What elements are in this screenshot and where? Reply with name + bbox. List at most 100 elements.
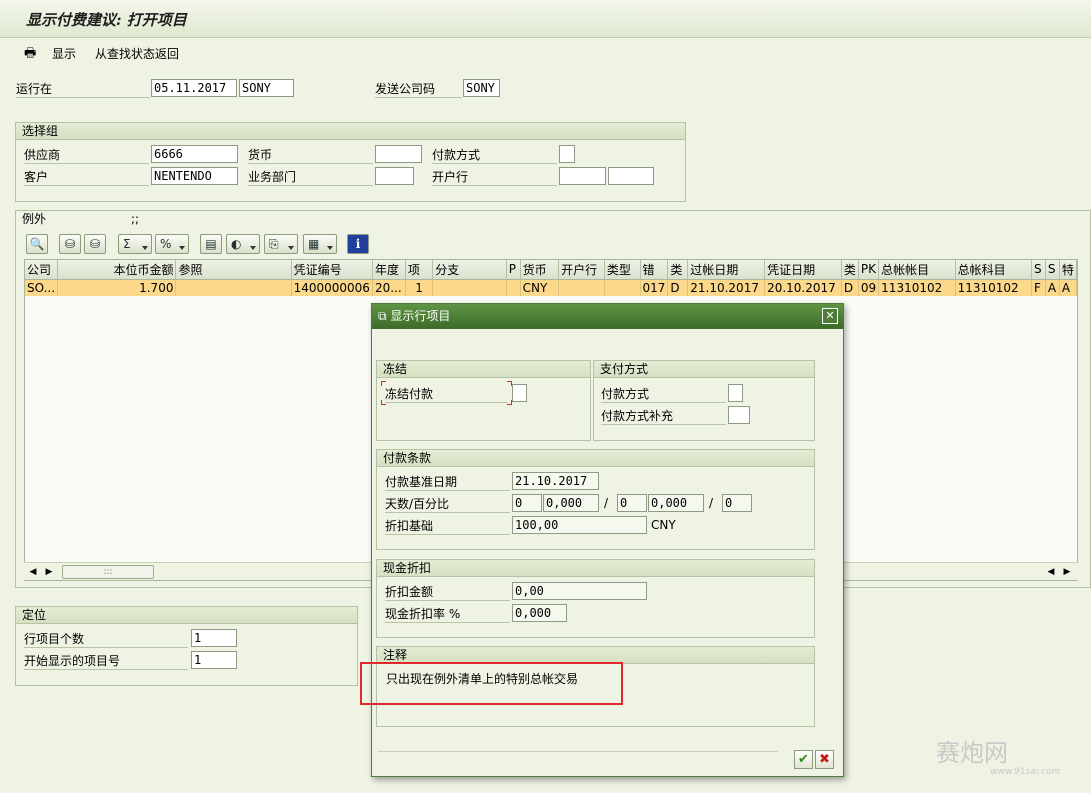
- display-button[interactable]: 显示: [52, 45, 76, 63]
- column-header[interactable]: 凭证日期: [764, 260, 842, 280]
- scroll-left-end-icon[interactable]: ◀: [1044, 565, 1058, 579]
- details-icon[interactable]: 🔍: [26, 234, 48, 254]
- dialog-title: 显示行项目: [390, 309, 451, 323]
- dialog-payment-method-field[interactable]: [728, 384, 743, 402]
- table-cell[interactable]: D: [667, 279, 689, 296]
- percent2-field[interactable]: 0,000: [648, 494, 704, 512]
- layout-icon[interactable]: ▦: [303, 234, 337, 254]
- export-icon[interactable]: ⎘: [264, 234, 298, 254]
- sum-icon[interactable]: Σ: [118, 234, 152, 254]
- customer-field[interactable]: NENTENDO: [151, 167, 238, 185]
- percent1-field[interactable]: 0,000: [543, 494, 599, 512]
- scroll-right-end-icon[interactable]: ▶: [1060, 565, 1074, 579]
- column-header[interactable]: 错: [640, 260, 669, 280]
- column-header[interactable]: 类: [841, 260, 859, 280]
- table-cell[interactable]: D: [841, 279, 859, 296]
- scroll-right-icon[interactable]: ▶: [42, 565, 56, 579]
- table-cell[interactable]: 09: [858, 279, 880, 296]
- business-area-field[interactable]: [375, 167, 414, 185]
- table-cell[interactable]: 11310102: [955, 279, 1032, 296]
- column-header[interactable]: S: [1045, 260, 1060, 280]
- printer-icon[interactable]: 🖶: [24, 45, 36, 63]
- sending-company-code-label: 发送公司码: [375, 80, 462, 98]
- column-header[interactable]: 类: [667, 260, 689, 280]
- scroll-thumb[interactable]: :::: [62, 565, 154, 579]
- vendor-label: 供应商: [24, 146, 149, 164]
- payment-method-field[interactable]: [559, 145, 575, 163]
- table-cell[interactable]: 1: [405, 279, 434, 296]
- table-cell[interactable]: 20.10.2017: [764, 279, 842, 296]
- discount-rate-field[interactable]: 0,000: [512, 604, 567, 622]
- column-header[interactable]: 货币: [520, 260, 560, 280]
- position-group-title: 定位: [16, 607, 357, 624]
- table-cell[interactable]: 21.10.2017: [687, 279, 766, 296]
- table-cell[interactable]: 20...: [372, 279, 406, 296]
- dialog-title-bar[interactable]: ⧉ 显示行项目 ✕: [372, 304, 843, 329]
- run-on-date-field[interactable]: 05.11.2017: [151, 79, 237, 97]
- house-bank-account-field[interactable]: [608, 167, 654, 185]
- column-header[interactable]: 参照: [175, 260, 292, 280]
- back-from-search-button[interactable]: 从查找状态返回: [95, 45, 179, 63]
- column-header[interactable]: 开户行: [558, 260, 605, 280]
- exceptions-table: 公司 本位币金额 参照 凭证编号 年度项分支 P 货币 开户行 类型错类过帐日期 凭证日期类 PK 总…: [25, 260, 1077, 296]
- column-header[interactable]: 年度: [372, 260, 406, 280]
- discount-base-field[interactable]: 100,00: [512, 516, 647, 534]
- confirm-checkmark-icon[interactable]: ✔: [794, 750, 813, 769]
- table-cell[interactable]: [432, 279, 507, 296]
- column-header[interactable]: 过帐日期: [687, 260, 766, 280]
- table-cell[interactable]: 1400000006: [291, 279, 373, 296]
- subtotal-icon[interactable]: %: [155, 234, 189, 254]
- views-icon[interactable]: ◐: [226, 234, 260, 254]
- column-header[interactable]: 特: [1059, 260, 1077, 280]
- table-cell[interactable]: A: [1059, 279, 1077, 296]
- line-items-field[interactable]: 1: [191, 629, 237, 647]
- table-cell[interactable]: 1.700: [57, 279, 177, 296]
- run-on-id-field[interactable]: SONY: [239, 79, 294, 97]
- first-item-field[interactable]: 1: [191, 651, 237, 669]
- sending-company-code-field[interactable]: SONY: [463, 79, 500, 97]
- payment-method-supplement-field[interactable]: [728, 406, 750, 424]
- column-header[interactable]: 类型: [604, 260, 641, 280]
- business-area-label: 业务部门: [248, 168, 373, 186]
- column-header[interactable]: PK: [858, 260, 880, 280]
- baseline-date-field[interactable]: 21.10.2017: [512, 472, 599, 490]
- column-header[interactable]: 总帐科目: [955, 260, 1032, 280]
- find-icon[interactable]: ⛁: [59, 234, 81, 254]
- table-cell[interactable]: [175, 279, 292, 296]
- currency-field[interactable]: [375, 145, 422, 163]
- table-cell[interactable]: CNY: [520, 279, 560, 296]
- discount-amount-field[interactable]: 0,00: [512, 582, 647, 600]
- table-cell[interactable]: 11310102: [878, 279, 956, 296]
- discount-rate-label: 现金折扣率 %: [385, 605, 510, 623]
- table-cell[interactable]: [604, 279, 641, 296]
- table-cell[interactable]: 017: [640, 279, 669, 296]
- column-header[interactable]: P: [506, 260, 521, 280]
- days2-field[interactable]: 0: [617, 494, 647, 512]
- grid-toolbar: 🔍 ⛁ ⛁ Σ % ▤ ◐ ⎘ ▦ i: [24, 234, 384, 256]
- house-bank-field[interactable]: [559, 167, 606, 185]
- info-icon[interactable]: i: [347, 234, 369, 254]
- column-header[interactable]: 总帐帐目: [878, 260, 956, 280]
- days3-field[interactable]: 0: [722, 494, 752, 512]
- column-header[interactable]: 公司: [25, 260, 59, 280]
- cancel-x-icon[interactable]: ✖: [815, 750, 834, 769]
- column-header[interactable]: 项: [405, 260, 434, 280]
- column-header[interactable]: 凭证编号: [291, 260, 373, 280]
- table-cell[interactable]: [506, 279, 521, 296]
- dialog-close-button[interactable]: ✕: [822, 308, 838, 324]
- discount-currency: CNY: [651, 518, 676, 532]
- days1-field[interactable]: 0: [512, 494, 542, 512]
- table-cell[interactable]: F: [1031, 279, 1046, 296]
- payment-block-field[interactable]: [512, 384, 527, 402]
- table-cell[interactable]: A: [1045, 279, 1060, 296]
- column-header[interactable]: 本位币金额: [57, 260, 177, 280]
- scroll-left-icon[interactable]: ◀: [26, 565, 40, 579]
- print-preview-icon[interactable]: ▤: [200, 234, 222, 254]
- table-row[interactable]: SO... 1.700 1400000006 20... 1 CNY 017 D 21.10.2…: [25, 279, 1077, 296]
- column-header[interactable]: S: [1031, 260, 1046, 280]
- table-cell[interactable]: SO...: [25, 279, 59, 296]
- column-header[interactable]: 分支: [432, 260, 507, 280]
- find-next-icon[interactable]: ⛁: [84, 234, 106, 254]
- vendor-field[interactable]: 6666: [151, 145, 238, 163]
- table-cell[interactable]: [558, 279, 605, 296]
